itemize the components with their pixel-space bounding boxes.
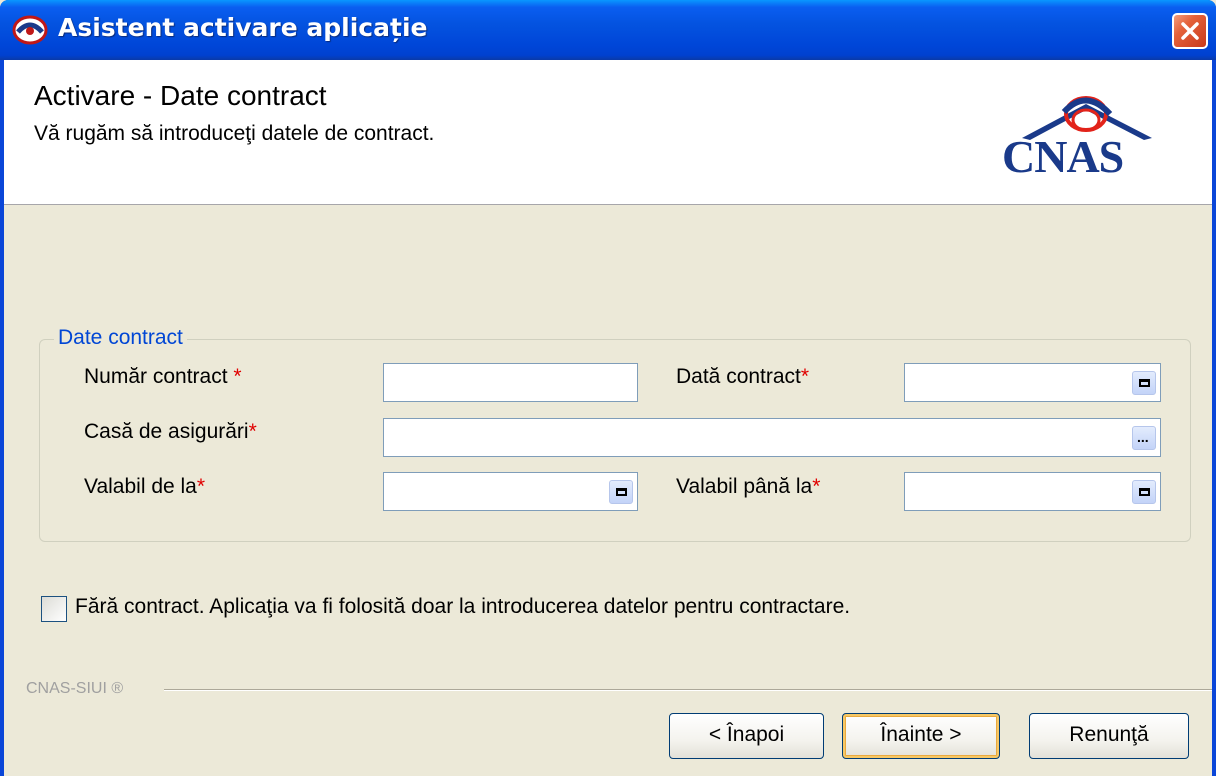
cancel-button[interactable]: Renunţă	[1029, 713, 1189, 759]
calendar-icon	[1139, 379, 1150, 387]
title-bar[interactable]: Asistent activare aplicație	[0, 0, 1216, 60]
insurance-house-label: Casă de asigurări*	[84, 420, 257, 444]
window-title: Asistent activare aplicație	[58, 13, 428, 42]
client-area: Activare - Date contract Vă rugăm să int…	[4, 60, 1212, 776]
required-marker: *	[800, 365, 810, 388]
app-icon	[12, 14, 48, 46]
contract-number-label-text: Număr contract	[84, 365, 228, 388]
contract-number-label: Număr contract *	[84, 365, 242, 389]
logo-text: CNAS	[1002, 131, 1124, 182]
no-contract-label[interactable]: Fără contract. Aplicaţia va fi folosită …	[75, 595, 850, 619]
calendar-icon	[1139, 488, 1150, 496]
group-legend: Date contract	[54, 326, 187, 350]
wizard-window: Asistent activare aplicație Activare - D…	[0, 0, 1216, 776]
valid-from-label: Valabil de la*	[84, 475, 205, 499]
valid-from-label-text: Valabil de la	[84, 475, 197, 498]
calendar-icon	[616, 488, 627, 496]
back-button[interactable]: < Înapoi	[669, 713, 824, 759]
required-marker: *	[233, 365, 242, 388]
insurance-house-label-text: Casă de asigurări	[84, 420, 249, 443]
close-button[interactable]	[1172, 13, 1208, 49]
close-icon	[1181, 22, 1199, 40]
footer-divider	[164, 689, 1212, 691]
insurance-house-browse-button[interactable]: ...	[1132, 426, 1156, 450]
valid-from-field[interactable]	[383, 472, 638, 511]
contract-number-field[interactable]	[383, 363, 638, 402]
valid-until-field[interactable]	[904, 472, 1161, 511]
contract-date-calendar-button[interactable]	[1132, 371, 1156, 395]
page-title: Activare - Date contract	[34, 80, 327, 111]
contract-date-label: Dată contract*	[676, 365, 809, 389]
valid-from-calendar-button[interactable]	[609, 480, 633, 504]
page-subtitle: Vă rugăm să introduceţi datele de contra…	[34, 122, 435, 145]
valid-until-label-text: Valabil până la	[676, 475, 813, 498]
insurance-house-field[interactable]: ...	[383, 418, 1161, 457]
footer-brand: CNAS-SIUI ®	[26, 680, 130, 698]
valid-until-label: Valabil până la*	[676, 475, 820, 499]
required-marker: *	[196, 475, 206, 498]
required-marker: *	[812, 475, 821, 498]
required-marker: *	[248, 420, 257, 443]
contract-date-label-text: Dată contract	[676, 365, 801, 388]
contract-date-field[interactable]	[904, 363, 1161, 402]
wizard-header: Activare - Date contract Vă rugăm să int…	[4, 60, 1212, 205]
ellipsis-icon: ...	[1137, 429, 1149, 445]
next-button[interactable]: Înainte >	[842, 713, 1000, 759]
valid-until-calendar-button[interactable]	[1132, 480, 1156, 504]
no-contract-checkbox[interactable]	[41, 596, 67, 622]
